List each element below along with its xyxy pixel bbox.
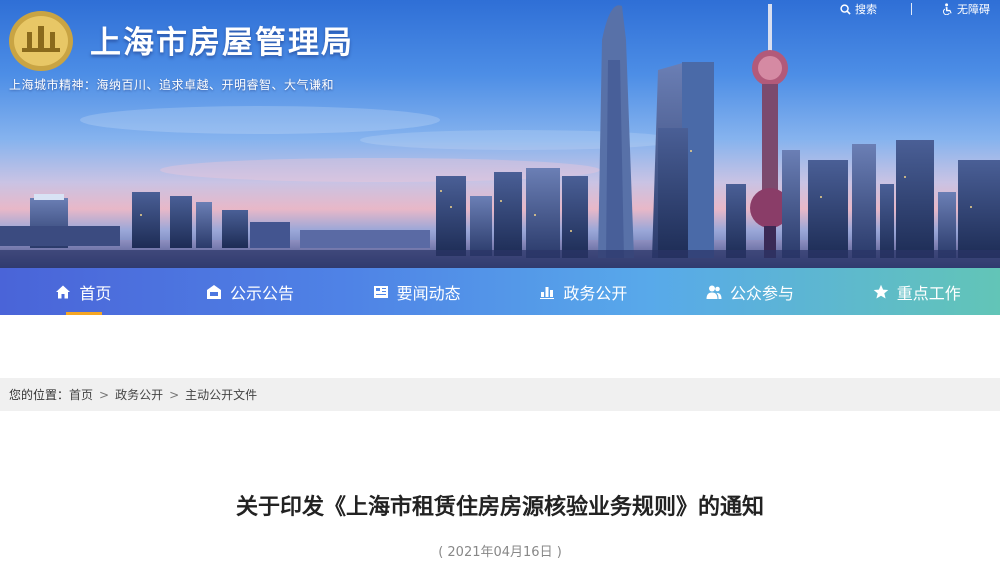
accessibility-link[interactable]: 无障碍 <box>942 1 990 17</box>
search-link[interactable]: 搜索 <box>840 1 877 17</box>
article-title: 关于印发《上海市租赁住房房源核验业务规则》的通知 <box>235 495 764 520</box>
city-motto: 上海城市精神：海纳百川、追求卓越、开明睿智、大气谦和 <box>9 78 335 92</box>
home-icon <box>56 285 71 298</box>
announcement-icon <box>207 284 221 299</box>
breadcrumb: 您的位置： 首页 > 政务公开 > 主动公开文件 <box>0 378 1000 411</box>
header-banner: 上海市房屋管理局 上海城市精神：海纳百川、追求卓越、开明睿智、大气谦和 搜索 无… <box>0 0 1000 268</box>
nav-news[interactable]: 要闻动态 <box>333 268 500 315</box>
chart-icon <box>540 286 555 299</box>
search-label: 搜索 <box>855 3 877 16</box>
breadcrumb-separator: > <box>169 387 180 402</box>
search-icon <box>840 3 851 15</box>
breadcrumb-label: 您的位置： <box>9 388 70 402</box>
site-logo[interactable] <box>8 8 74 72</box>
news-icon <box>373 285 388 298</box>
nav-government-affairs[interactable]: 政务公开 <box>500 268 667 315</box>
nav-news-label: 要闻动态 <box>396 283 461 303</box>
main-nav: 首页 公示公告 要闻动态 政务公开 公众参与 重点工作 <box>0 268 1000 315</box>
site-title[interactable]: 上海市房屋管理局 <box>90 17 354 62</box>
accessibility-icon <box>943 3 952 15</box>
nav-home-label: 首页 <box>79 283 112 303</box>
nav-public-participation[interactable]: 公众参与 <box>667 268 834 315</box>
breadcrumb-home[interactable]: 首页 <box>69 386 93 403</box>
tools-divider <box>911 3 912 15</box>
nav-government-affairs-label: 政务公开 <box>563 283 628 303</box>
nav-key-work-label: 重点工作 <box>896 283 961 303</box>
breadcrumb-active-files[interactable]: 主动公开文件 <box>185 386 257 403</box>
star-icon <box>873 284 888 298</box>
accessibility-label: 无障碍 <box>957 3 990 16</box>
nav-announcements[interactable]: 公示公告 <box>167 268 334 315</box>
nav-key-work[interactable]: 重点工作 <box>833 268 1000 315</box>
nav-home[interactable]: 首页 <box>0 268 167 315</box>
people-icon <box>706 285 722 299</box>
top-tools: 搜索 无障碍 <box>840 1 990 17</box>
breadcrumb-separator: > <box>99 387 110 402</box>
nav-announcements-label: 公示公告 <box>230 283 295 303</box>
article-date: ( 2021年04月16日 ) <box>438 545 562 560</box>
breadcrumb-government-affairs[interactable]: 政务公开 <box>115 386 163 403</box>
nav-public-participation-label: 公众参与 <box>730 283 795 303</box>
